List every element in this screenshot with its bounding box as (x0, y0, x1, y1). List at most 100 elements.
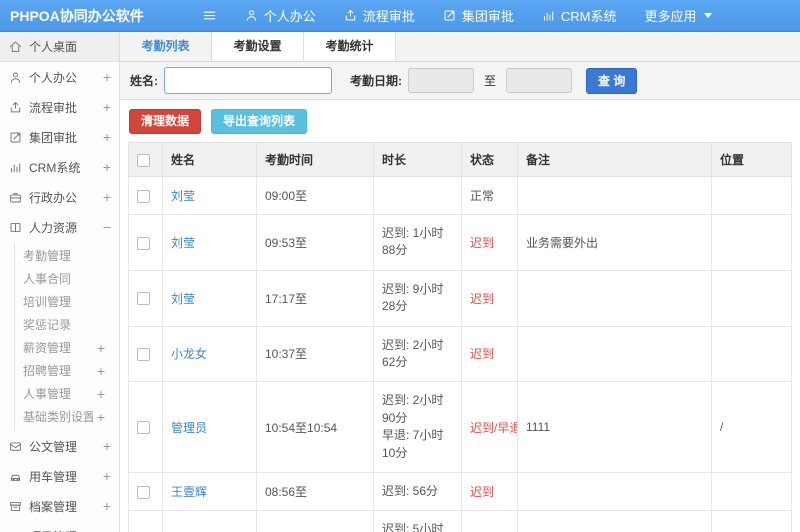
expand-plus-icon[interactable]: + (103, 129, 111, 145)
sidebar-item[interactable]: 人力资源 − (0, 212, 119, 242)
sidebar-subitem[interactable]: 人事管理 + (15, 382, 119, 405)
sidebar-item[interactable]: 个人办公 + (0, 62, 119, 92)
name-input[interactable] (164, 67, 332, 94)
select-all-checkbox[interactable] (137, 153, 150, 167)
row-checkbox[interactable] (137, 348, 150, 362)
sidebar-subitem[interactable]: 考勤管理 (15, 244, 119, 267)
location-cell: / (711, 381, 792, 473)
sidebar-item-label: 集团审批 (29, 130, 78, 145)
sidebar-subitem[interactable]: 培训管理 (15, 290, 119, 313)
expand-plus-icon[interactable]: + (103, 69, 111, 85)
column-header: 备注 (517, 142, 712, 177)
sidebar-item[interactable]: 项目管理 + (0, 521, 119, 532)
expand-plus-icon[interactable]: + (97, 363, 105, 379)
expand-plus-icon[interactable]: + (103, 159, 111, 175)
date-to-input[interactable] (506, 68, 573, 93)
app-logo: PHPOA协同办公软件 (10, 7, 144, 24)
topbar-menu-item[interactable]: 集团审批 (443, 6, 514, 25)
note-cell: 业务需要外出 (517, 214, 712, 271)
sidebar-item[interactable]: 公文管理 + (0, 431, 119, 461)
sidebar-item[interactable]: CRM系统 + (0, 152, 119, 182)
sidebar-item-label: 流程审批 (29, 100, 78, 115)
hamburger-menu-icon[interactable] (202, 8, 217, 23)
topbar-menu-item[interactable]: 流程审批 (344, 6, 415, 25)
date-label: 考勤日期: (350, 74, 402, 88)
search-form: 姓名: 考勤日期: 至 查 询 (120, 62, 800, 100)
edit-icon (443, 9, 456, 22)
user-icon (9, 71, 22, 84)
sidebar-item-label: 公文管理 (29, 439, 78, 454)
expand-plus-icon[interactable]: + (103, 189, 111, 205)
column-header: 考勤时间 (256, 142, 374, 177)
sidebar-item[interactable]: 用车管理 + (0, 461, 119, 491)
tab-strip: 考勤列表 考勤设置 考勤统计 (120, 32, 800, 62)
topbar-menu-label: 流程审批 (362, 9, 415, 24)
sidebar-subitem-label: 考勤管理 (23, 249, 72, 263)
employee-name-link[interactable]: 刘莹 (171, 236, 195, 250)
row-checkbox[interactable] (137, 189, 150, 203)
export-list-button[interactable]: 导出查询列表 (211, 109, 308, 134)
sidebar-subitem[interactable]: 招聘管理 + (15, 359, 119, 382)
sidebar-subitem[interactable]: 薪资管理 + (15, 336, 119, 359)
tab-attendance-list[interactable]: 考勤列表 (120, 32, 212, 61)
duration-cell (373, 176, 462, 215)
expand-plus-icon[interactable]: + (103, 528, 111, 532)
status-cell: 迟到 (461, 269, 518, 327)
location-cell (711, 176, 792, 215)
expand-plus-icon[interactable]: + (97, 386, 105, 402)
expand-plus-icon[interactable]: + (103, 438, 111, 454)
status-cell: 迟到 (461, 471, 518, 512)
sidebar-subitem[interactable]: 奖惩记录 (15, 313, 119, 336)
query-button[interactable]: 查 询 (586, 67, 638, 94)
employee-name-link[interactable]: 刘莹 (171, 292, 195, 306)
home-icon (9, 40, 22, 53)
employee-name-link[interactable]: 王壹辉 (171, 485, 207, 499)
clean-data-button[interactable]: 清理数据 (129, 109, 202, 134)
employee-name-link[interactable]: 刘莹 (171, 189, 195, 203)
row-checkbox[interactable] (137, 485, 150, 499)
sidebar-item-label: CRM系统 (29, 160, 81, 175)
expand-plus-icon[interactable]: + (103, 99, 111, 115)
edit-icon (9, 131, 22, 144)
topbar-menu-item[interactable]: 更多应用 (644, 6, 713, 25)
row-checkbox[interactable] (137, 421, 150, 435)
sidebar-item[interactable]: 流程审批 + (0, 92, 119, 122)
expand-plus-icon[interactable]: + (97, 340, 105, 356)
location-cell (711, 325, 792, 383)
sidebar-subitem[interactable]: 人事合同 (15, 267, 119, 290)
location-cell (711, 471, 792, 512)
table-body: 刘莹 09:00至 正常 刘莹 09:53至 迟到: 1小时88分 迟到 业务需要外出 刘莹 17… (128, 176, 792, 532)
sidebar-item[interactable]: 集团审批 + (0, 122, 119, 152)
sidebar-item[interactable]: 档案管理 + (0, 491, 119, 521)
status-cell: 迟到 (461, 325, 518, 383)
attendance-time-cell: 10:37至 (256, 325, 374, 383)
expand-plus-icon[interactable]: + (97, 409, 105, 425)
date-from-input[interactable] (408, 68, 474, 93)
chart-icon (542, 9, 555, 22)
attendance-time-cell: 09:53至 (256, 214, 374, 271)
table-header-row: 姓名 考勤时间 时长 状态 备注 位置 (128, 142, 792, 177)
row-checkbox[interactable] (137, 292, 150, 306)
sidebar-subitem-label: 招聘管理 (23, 364, 72, 378)
tab-attendance-stats[interactable]: 考勤统计 (304, 32, 396, 61)
topbar-menu-item[interactable]: 个人办公 (245, 6, 316, 25)
topbar: PHPOA协同办公软件 个人办公 流程审批 集团审批 CRM系统 更多应用 (0, 0, 800, 32)
topbar-menu-item[interactable]: CRM系统 (542, 6, 616, 25)
table-row: 刘莹 09:53至 迟到: 1小时88分 迟到 业务需要外出 (128, 214, 792, 271)
row-checkbox[interactable] (137, 236, 150, 250)
sidebar-item[interactable]: 行政办公 + (0, 182, 119, 212)
sidebar-subitem-label: 人事管理 (23, 387, 72, 401)
expand-plus-icon[interactable]: + (103, 498, 111, 514)
collapse-minus-icon[interactable]: − (103, 219, 111, 235)
sidebar-subitem-label: 薪资管理 (23, 341, 72, 355)
duration-line: 迟到: 2小时62分 (382, 337, 444, 369)
sidebar-subnav: 考勤管理 人事合同 培训管理 奖惩记录 薪资管理 + 招聘管理 + 人事管理 + 基础类别设置 + (14, 242, 119, 431)
sidebar-subitem[interactable]: 基础类别设置 + (15, 405, 119, 428)
employee-name-link[interactable]: 小龙女 (171, 347, 207, 361)
expand-plus-icon[interactable]: + (103, 468, 111, 484)
duration-cell: 迟到: 5小时33分早退: 4小时67分 (373, 510, 462, 532)
employee-name-link[interactable]: 管理员 (171, 421, 207, 435)
tab-attendance-settings[interactable]: 考勤设置 (212, 32, 304, 61)
hamburger-icon (202, 8, 217, 23)
sidebar-item[interactable]: 个人桌面 (0, 32, 119, 62)
